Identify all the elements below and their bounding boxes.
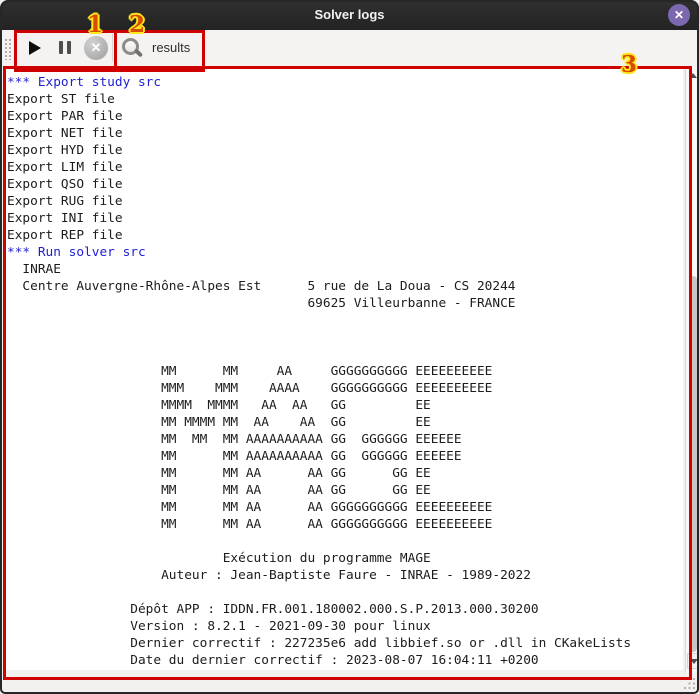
- scrollbar-thumb[interactable]: [689, 276, 697, 652]
- window-title: Solver logs: [0, 0, 699, 30]
- stop-icon: ✕: [84, 36, 108, 60]
- close-button[interactable]: ✕: [668, 4, 690, 26]
- resize-grip[interactable]: [684, 678, 696, 690]
- arrow-up-icon: [689, 73, 697, 78]
- search-icon: [121, 37, 143, 59]
- stop-x-glyph: ✕: [91, 40, 102, 56]
- results-button-label: results: [152, 40, 190, 55]
- vertical-scrollbar[interactable]: [685, 67, 699, 673]
- play-button[interactable]: [20, 32, 50, 63]
- log-text: *** Export study src Export ST file Expo…: [6, 69, 683, 669]
- pause-button[interactable]: [50, 32, 80, 63]
- close-icon: ✕: [674, 8, 684, 22]
- toolbar-separator: [112, 34, 113, 61]
- arrow-down-icon: [690, 659, 698, 664]
- solver-logs-window: Solver logs ✕ ✕ results *** Export study…: [0, 0, 699, 694]
- results-button[interactable]: results: [117, 32, 197, 63]
- toolbar-drag-handle[interactable]: [4, 38, 12, 60]
- scroll-down-button[interactable]: [687, 653, 699, 669]
- log-area[interactable]: *** Export study src Export ST file Expo…: [6, 69, 683, 670]
- play-icon: [29, 41, 41, 55]
- pause-icon: [59, 41, 71, 54]
- stop-button[interactable]: ✕: [81, 32, 111, 63]
- toolbar: ✕ results: [0, 30, 699, 66]
- scroll-up-button[interactable]: [686, 69, 699, 82]
- title-bar[interactable]: Solver logs ✕: [0, 0, 699, 30]
